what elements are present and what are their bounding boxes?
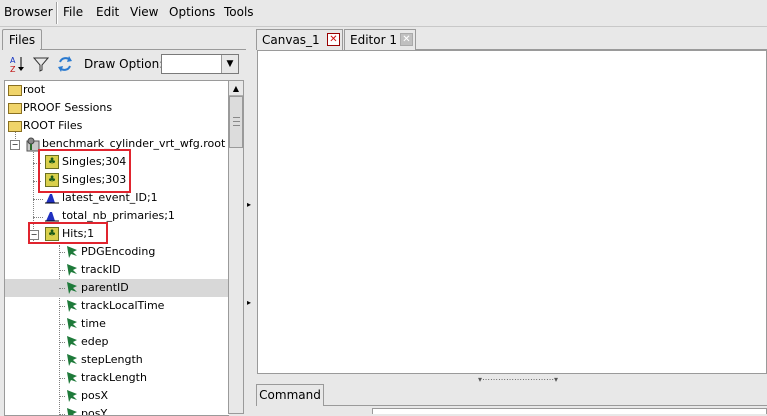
- chevron-right-icon[interactable]: ▸: [247, 200, 251, 209]
- list-item[interactable]: posX: [5, 387, 229, 405]
- menu-separator-highlight: [57, 2, 58, 24]
- tab-canvas[interactable]: Canvas_1 ✕: [256, 29, 343, 50]
- leaf-label: edep: [81, 335, 109, 348]
- menu-browser[interactable]: Browser: [4, 5, 53, 19]
- leaf-icon: [67, 372, 77, 384]
- folder-icon: [8, 103, 22, 114]
- collapse-icon[interactable]: −: [10, 140, 20, 150]
- list-item[interactable]: ROOT Files: [5, 117, 229, 135]
- leaf-label: posX: [81, 389, 108, 402]
- tree-label-proof: PROOF Sessions: [23, 101, 113, 114]
- list-item[interactable]: PROOF Sessions: [5, 99, 229, 117]
- list-item[interactable]: PDGEncoding: [5, 243, 229, 261]
- splitter-grip-icon[interactable]: ▾⋯⋯⋯⋯⋯⋯⋯⋯⋯▾: [478, 375, 578, 384]
- highlight-box-singles: [38, 149, 131, 193]
- histogram-icon: [45, 194, 59, 204]
- folder-open-icon: [8, 121, 22, 132]
- close-icon[interactable]: ✕: [327, 33, 340, 46]
- filter-icon: [33, 57, 49, 72]
- leaf-label: time: [81, 317, 106, 330]
- list-item[interactable]: trackLength: [5, 369, 229, 387]
- canvas-area[interactable]: [257, 50, 767, 374]
- leaf-icon: [67, 408, 77, 415]
- leaf-icon: [67, 264, 77, 276]
- leaf-label: stepLength: [81, 353, 143, 366]
- menu-bar: Browser File Edit View Options Tools: [0, 0, 767, 27]
- tab-editor-label: Editor 1: [350, 33, 397, 47]
- tab-files[interactable]: Files: [2, 29, 42, 50]
- leaf-icon: [67, 354, 77, 366]
- leaf-icon: [67, 300, 77, 312]
- list-item[interactable]: time: [5, 315, 229, 333]
- filter-button[interactable]: [31, 53, 51, 75]
- highlight-box-hits: [28, 222, 108, 244]
- list-item[interactable]: trackID: [5, 261, 229, 279]
- list-item[interactable]: stepLength: [5, 351, 229, 369]
- list-item[interactable]: root: [5, 81, 229, 99]
- chevron-right-icon[interactable]: ▸: [247, 298, 251, 307]
- list-item[interactable]: posY: [5, 405, 229, 416]
- menu-options[interactable]: Options: [169, 5, 215, 19]
- draw-option-select[interactable]: ▼: [161, 54, 239, 74]
- list-item[interactable]: trackLocalTime: [5, 297, 229, 315]
- close-icon[interactable]: ✕: [400, 33, 413, 46]
- tab-command[interactable]: Command: [256, 384, 324, 406]
- leaf-label: trackLength: [81, 371, 147, 384]
- leaf-icon: [67, 318, 77, 330]
- list-item[interactable]: edep: [5, 333, 229, 351]
- leaf-icon: [67, 390, 77, 402]
- tree-label-root-files: ROOT Files: [23, 119, 83, 132]
- leaf-icon: [67, 282, 77, 294]
- tab-underline: [40, 49, 246, 50]
- tab-canvas-label: Canvas_1: [262, 33, 320, 47]
- chevron-down-icon[interactable]: ▼: [221, 55, 238, 73]
- leaf-label: trackLocalTime: [81, 299, 165, 312]
- draw-option-label: Draw Option:: [84, 57, 164, 71]
- leaf-icon: [67, 336, 77, 348]
- menu-view[interactable]: View: [130, 5, 158, 19]
- scroll-up-icon[interactable]: ▲: [229, 81, 243, 96]
- histogram-icon: [45, 212, 59, 222]
- refresh-button[interactable]: [55, 53, 75, 75]
- menu-edit[interactable]: Edit: [96, 5, 119, 19]
- leaf-icon: [67, 246, 77, 258]
- vertical-splitter[interactable]: [246, 27, 256, 414]
- leaf-label: parentID: [81, 281, 129, 294]
- tree-label-root: root: [23, 83, 46, 96]
- command-input[interactable]: [372, 408, 767, 414]
- tab-underline: [324, 405, 767, 406]
- list-item-selected[interactable]: parentID: [5, 279, 229, 297]
- refresh-icon: [58, 56, 72, 72]
- svg-text:Z: Z: [10, 65, 16, 73]
- sort-az-icon: A Z: [10, 56, 24, 73]
- leaf-label: trackID: [81, 263, 121, 276]
- leaf-label: posY: [81, 407, 108, 416]
- tab-editor[interactable]: Editor 1 ✕: [344, 29, 416, 50]
- menu-tools[interactable]: Tools: [224, 5, 254, 19]
- sort-button[interactable]: A Z: [7, 53, 27, 75]
- folder-icon: [8, 85, 22, 96]
- leaf-label: PDGEncoding: [81, 245, 156, 258]
- menu-file[interactable]: File: [63, 5, 83, 19]
- svg-text:A: A: [10, 56, 16, 65]
- scroll-thumb[interactable]: [229, 96, 243, 148]
- file-tree: root PROOF Sessions ROOT Files − benchma…: [4, 80, 229, 416]
